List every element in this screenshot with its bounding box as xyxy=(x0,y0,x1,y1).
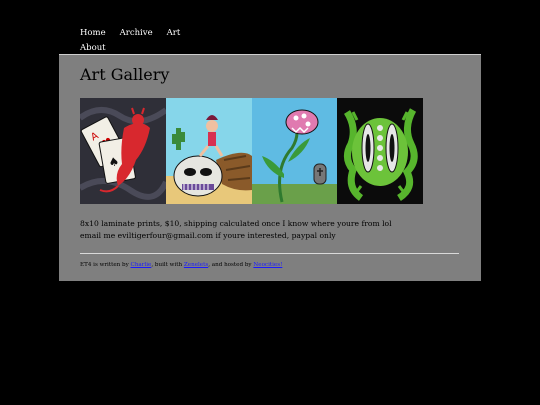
footer-mid2: , and hosted by xyxy=(208,262,254,268)
nav-art-link[interactable]: Art xyxy=(167,26,181,41)
green-eye-creature-painting[interactable] xyxy=(337,98,423,204)
content-panel: Art Gallery A ♥ ♠ xyxy=(59,54,481,281)
art-gallery-strip: A ♥ ♠ xyxy=(80,98,423,204)
nav-archive-link[interactable]: Archive xyxy=(120,26,153,41)
caption-contact-info: email me eviltigerfour@gmail.com if your… xyxy=(80,231,336,240)
devil-playing-card-painting[interactable]: A ♥ ♠ xyxy=(80,98,166,204)
footer-author-link[interactable]: Charlie xyxy=(131,262,152,268)
footer-host-link[interactable]: Neocities! xyxy=(253,262,282,268)
footer-prefix: ET4 is written by xyxy=(80,262,131,268)
nav-home-link[interactable]: Home xyxy=(80,26,106,41)
footer-mid1: , built with xyxy=(151,262,184,268)
devil-playing-card-image: A ♥ ♠ xyxy=(80,98,166,204)
site-footer: ET4 is written by Charlie, built with Ze… xyxy=(80,262,282,268)
top-navigation: Home Archive Art About xyxy=(80,26,460,56)
girl-on-skull-image xyxy=(165,98,252,204)
girl-on-skull-cornucopia-painting[interactable] xyxy=(165,98,252,204)
footer-divider xyxy=(80,253,459,254)
caption-prints-info: 8x10 laminate prints, $10, shipping calc… xyxy=(80,219,392,228)
page-title: Art Gallery xyxy=(80,65,170,84)
gallery-caption: 8x10 laminate prints, $10, shipping calc… xyxy=(80,218,392,242)
green-eye-creature-image xyxy=(337,98,423,204)
nav-row-1: Home Archive Art xyxy=(80,26,460,41)
carnivorous-plant-painting[interactable] xyxy=(251,98,338,204)
carnivorous-plant-image xyxy=(251,98,338,204)
footer-engine-link[interactable]: Zenelets xyxy=(184,262,208,268)
